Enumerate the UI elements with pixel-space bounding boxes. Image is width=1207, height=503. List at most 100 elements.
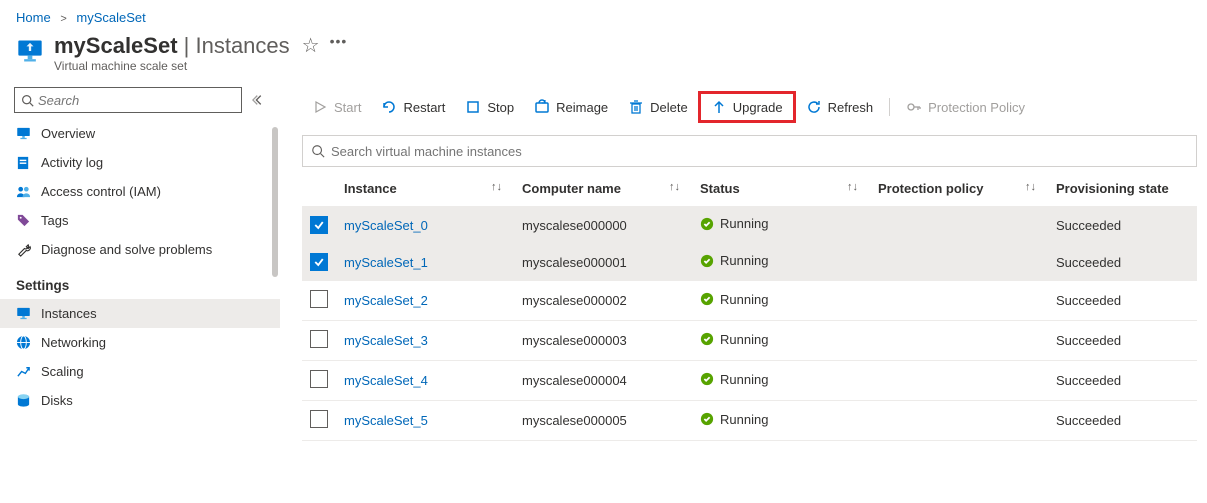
breadcrumb: Home > myScaleSet <box>0 0 1207 27</box>
networking-icon <box>16 335 31 350</box>
row-checkbox[interactable] <box>310 330 328 348</box>
row-checkbox[interactable] <box>310 216 328 234</box>
table-row[interactable]: myScaleSet_3 myscalese000003 Running Suc… <box>302 321 1197 361</box>
instances-icon <box>16 306 31 321</box>
page-header: myScaleSet | Instances Virtual machine s… <box>0 27 1207 87</box>
toolbar-separator <box>889 98 890 116</box>
btn-label: Reimage <box>556 100 608 115</box>
provisioning-state-cell: Succeeded <box>1048 281 1197 321</box>
instance-link[interactable]: myScaleSet_4 <box>344 373 428 388</box>
play-icon <box>312 99 328 115</box>
table-row[interactable]: myScaleSet_0 myscalese000000 Running Suc… <box>302 207 1197 244</box>
restart-icon <box>381 99 397 115</box>
stop-button[interactable]: Stop <box>455 94 524 120</box>
monitor-icon <box>16 126 31 141</box>
col-instance[interactable]: Instance <box>344 181 397 196</box>
instances-filter[interactable] <box>302 135 1197 167</box>
sort-icon[interactable]: ↑↓ <box>669 181 680 193</box>
delete-button[interactable]: Delete <box>618 94 698 120</box>
table-row[interactable]: myScaleSet_1 myscalese000001 Running Suc… <box>302 244 1197 281</box>
instance-link[interactable]: myScaleSet_0 <box>344 218 428 233</box>
sidebar-item-activity-log[interactable]: Activity log <box>0 148 280 177</box>
sidebar-search-input[interactable] <box>38 93 235 108</box>
sidebar-item-instances[interactable]: Instances <box>0 299 280 328</box>
status-cell: Running <box>700 292 768 307</box>
row-checkbox[interactable] <box>310 370 328 388</box>
more-menu-icon[interactable]: ••• <box>330 33 348 49</box>
col-provisioning-state[interactable]: Provisioning state <box>1056 181 1169 196</box>
start-button[interactable]: Start <box>302 94 371 120</box>
tag-icon <box>16 213 31 228</box>
btn-label: Delete <box>650 100 688 115</box>
sidebar-item-diagnose[interactable]: Diagnose and solve problems <box>0 235 280 264</box>
row-checkbox[interactable] <box>310 290 328 308</box>
command-bar: Start Restart Stop Reimage Delete <box>302 87 1197 135</box>
upgrade-button[interactable]: Upgrade <box>701 94 793 120</box>
refresh-button[interactable]: Refresh <box>796 94 884 120</box>
sidebar-section-settings: Settings <box>0 264 280 299</box>
success-icon <box>700 332 714 346</box>
btn-label: Protection Policy <box>928 100 1025 115</box>
main-content: Start Restart Stop Reimage Delete <box>280 87 1207 441</box>
col-computer-name[interactable]: Computer name <box>522 181 621 196</box>
instance-link[interactable]: myScaleSet_5 <box>344 413 428 428</box>
table-row[interactable]: myScaleSet_4 myscalese000004 Running Suc… <box>302 361 1197 401</box>
status-cell: Running <box>700 216 768 231</box>
table-row[interactable]: myScaleSet_5 myscalese000005 Running Suc… <box>302 401 1197 441</box>
row-checkbox[interactable] <box>310 410 328 428</box>
sidebar-label: Scaling <box>41 364 84 379</box>
col-protection-policy[interactable]: Protection policy <box>878 181 983 196</box>
sidebar: Overview Activity log Access control (IA… <box>0 87 280 441</box>
success-icon <box>700 254 714 268</box>
instances-filter-input[interactable] <box>331 144 1188 159</box>
sidebar-label: Networking <box>41 335 106 350</box>
sidebar-scrollbar[interactable] <box>272 127 278 487</box>
breadcrumb-home[interactable]: Home <box>16 10 51 25</box>
btn-label: Upgrade <box>733 100 783 115</box>
refresh-icon <box>806 99 822 115</box>
instance-link[interactable]: myScaleSet_1 <box>344 255 428 270</box>
instance-link[interactable]: myScaleSet_3 <box>344 333 428 348</box>
computer-name-cell: myscalese000005 <box>514 401 692 441</box>
status-cell: Running <box>700 332 768 347</box>
restart-button[interactable]: Restart <box>371 94 455 120</box>
success-icon <box>700 372 714 386</box>
sort-icon[interactable]: ↑↓ <box>491 181 502 193</box>
sidebar-item-tags[interactable]: Tags <box>0 206 280 235</box>
provisioning-state-cell: Succeeded <box>1048 207 1197 244</box>
table-row[interactable]: myScaleSet_2 myscalese000002 Running Suc… <box>302 281 1197 321</box>
sidebar-item-access-control[interactable]: Access control (IAM) <box>0 177 280 206</box>
reimage-button[interactable]: Reimage <box>524 94 618 120</box>
collapse-sidebar-icon[interactable] <box>252 93 266 107</box>
protection-policy-cell <box>870 361 1048 401</box>
provisioning-state-cell: Succeeded <box>1048 244 1197 281</box>
breadcrumb-current[interactable]: myScaleSet <box>76 10 145 25</box>
sidebar-item-overview[interactable]: Overview <box>0 119 280 148</box>
stop-icon <box>465 99 481 115</box>
sidebar-label: Tags <box>41 213 68 228</box>
btn-label: Refresh <box>828 100 874 115</box>
status-cell: Running <box>700 372 768 387</box>
instances-table: Instance ↑↓ Computer name ↑↓ Status ↑↓ Prot… <box>302 171 1197 441</box>
trash-icon <box>628 99 644 115</box>
sort-icon[interactable]: ↑↓ <box>1025 181 1036 193</box>
sidebar-label: Overview <box>41 126 95 141</box>
sort-icon[interactable]: ↑↓ <box>847 181 858 193</box>
arrow-up-icon <box>711 99 727 115</box>
row-checkbox[interactable] <box>310 253 328 271</box>
col-status[interactable]: Status <box>700 181 740 196</box>
sidebar-item-disks[interactable]: Disks <box>0 386 280 415</box>
sidebar-label: Instances <box>41 306 97 321</box>
protection-policy-button[interactable]: Protection Policy <box>896 94 1035 120</box>
sidebar-item-scaling[interactable]: Scaling <box>0 357 280 386</box>
sidebar-search[interactable] <box>14 87 242 113</box>
favorite-star-icon[interactable]: ☆ <box>302 33 320 58</box>
scaling-icon <box>16 364 31 379</box>
chevron-right-icon: > <box>60 13 66 25</box>
sidebar-item-networking[interactable]: Networking <box>0 328 280 357</box>
instance-link[interactable]: myScaleSet_2 <box>344 293 428 308</box>
sidebar-label: Activity log <box>41 155 103 170</box>
provisioning-state-cell: Succeeded <box>1048 361 1197 401</box>
search-icon <box>21 94 34 107</box>
computer-name-cell: myscalese000003 <box>514 321 692 361</box>
